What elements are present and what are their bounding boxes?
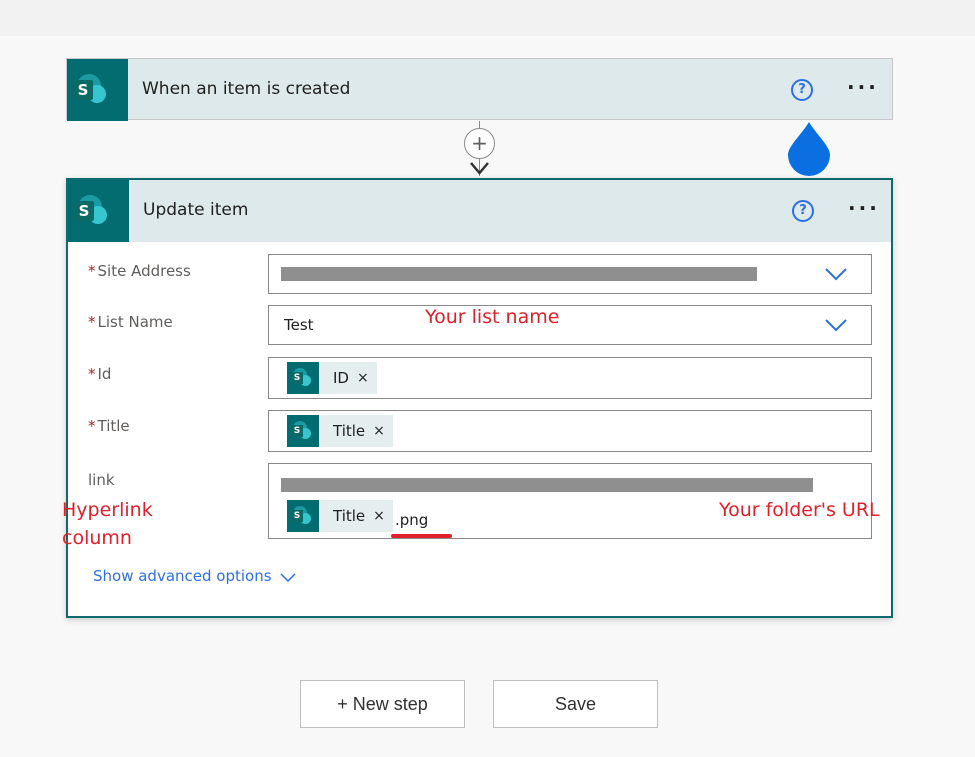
annotation-underline	[391, 534, 452, 538]
annotation-column: column	[62, 527, 132, 549]
remove-token-icon[interactable]: ×	[357, 370, 369, 386]
id-token[interactable]: S ID ×	[287, 362, 377, 394]
link-label: link	[88, 471, 115, 489]
more-options-icon[interactable]: ···	[848, 198, 880, 218]
annotation-hyperlink: Hyperlink	[62, 499, 153, 521]
annotation-folder-url: Your folder's URL	[719, 499, 880, 521]
token-label: Title	[333, 422, 366, 440]
insert-step-plus-icon[interactable]: +	[464, 128, 495, 159]
id-label: * Id	[88, 365, 112, 383]
list-name-field[interactable]: Test	[268, 305, 872, 345]
annotation-list-name: Your list name	[425, 306, 560, 328]
sharepoint-icon: S	[287, 500, 319, 532]
sharepoint-icon: S	[287, 415, 319, 447]
chevron-down-icon[interactable]	[825, 267, 847, 281]
site-address-label: * Site Address	[88, 262, 191, 280]
id-field[interactable]: S ID ×	[268, 357, 872, 399]
remove-token-icon[interactable]: ×	[373, 423, 385, 439]
arrow-down-icon	[470, 162, 489, 175]
update-item-header[interactable]: S Update item ? ···	[68, 180, 891, 242]
chevron-down-icon[interactable]	[280, 573, 296, 583]
title-token[interactable]: S Title ×	[287, 500, 393, 532]
top-band	[0, 0, 975, 36]
drop-indicator-icon	[788, 122, 830, 176]
more-options-icon[interactable]: ···	[847, 77, 879, 97]
title-token[interactable]: S Title ×	[287, 415, 393, 447]
trigger-card[interactable]: S When an item is created ? ···	[66, 58, 893, 121]
sharepoint-icon: S	[287, 362, 319, 394]
site-address-field[interactable]	[268, 254, 872, 294]
title-field[interactable]: S Title ×	[268, 410, 872, 452]
update-item-card[interactable]: S Update item ? ··· * Site Address * List …	[66, 178, 893, 618]
help-icon[interactable]: ?	[791, 79, 813, 101]
remove-token-icon[interactable]: ×	[373, 508, 385, 524]
redacted-value	[281, 267, 757, 281]
help-icon[interactable]: ?	[792, 200, 814, 222]
trigger-title: When an item is created	[142, 79, 351, 99]
link-suffix: .png	[395, 511, 429, 529]
sharepoint-icon: S	[68, 180, 129, 242]
list-name-value: Test	[284, 316, 314, 334]
redacted-value	[281, 478, 813, 492]
title-label: * Title	[88, 417, 130, 435]
save-button[interactable]: Save	[493, 680, 658, 728]
show-advanced-options-link[interactable]: Show advanced options	[93, 567, 272, 585]
token-label: ID	[333, 369, 349, 387]
sharepoint-icon: S	[67, 59, 128, 121]
new-step-button[interactable]: + New step	[300, 680, 465, 728]
action-title: Update item	[143, 200, 249, 220]
list-name-label: * List Name	[88, 313, 173, 331]
token-label: Title	[333, 507, 366, 525]
chevron-down-icon[interactable]	[825, 318, 847, 332]
